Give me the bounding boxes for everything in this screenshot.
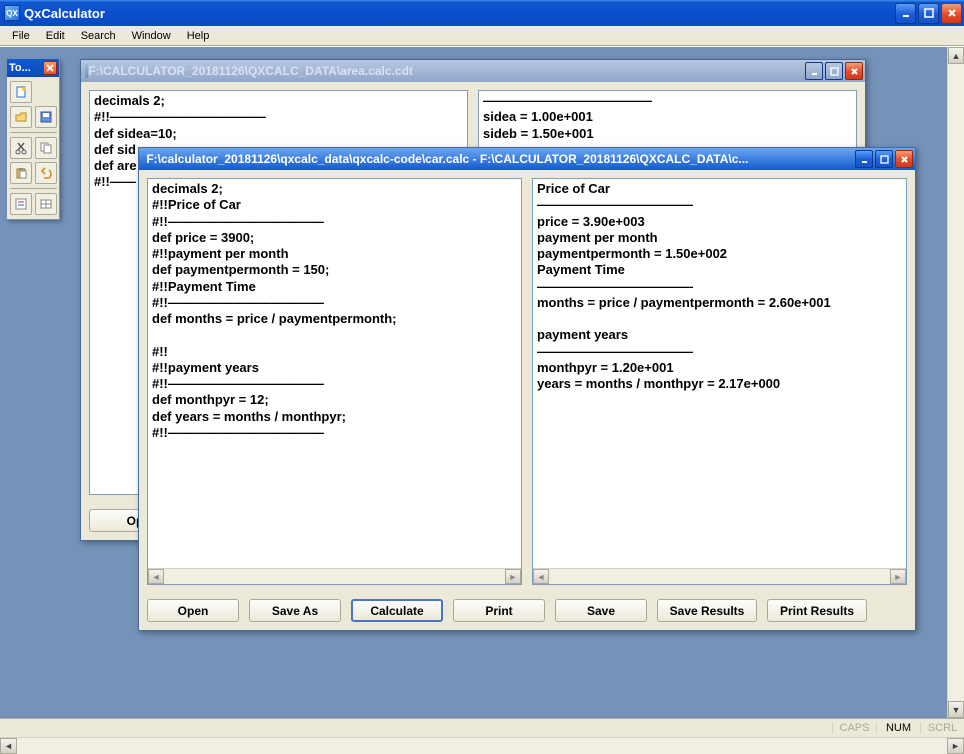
toolbox-title: To... xyxy=(9,62,31,74)
doc-titlebar-car[interactable]: F:\calculator_20181126\qxcalc_data\qxcal… xyxy=(139,148,915,170)
save-results-button[interactable]: Save Results xyxy=(657,599,757,622)
menubar: File Edit Search Window Help xyxy=(0,26,964,46)
menu-search[interactable]: Search xyxy=(73,28,124,44)
main-horizontal-scrollbar[interactable]: ◄ ► xyxy=(0,737,964,754)
doc-close-button[interactable] xyxy=(895,150,913,168)
doc-title-area: F:\CALCULATOR_20181126\QXCALC_DATA\area.… xyxy=(88,64,805,78)
mdi-client-area: F:\CALCULATOR_20181126\QXCALC_DATA\area.… xyxy=(0,46,964,718)
scroll-right-icon[interactable]: ► xyxy=(947,738,964,754)
menu-edit[interactable]: Edit xyxy=(38,28,73,44)
output-panel-car: Price of Car ———————————— price = 3.90e+… xyxy=(532,178,907,585)
scroll-right-icon[interactable]: ► xyxy=(505,569,521,584)
table-icon[interactable] xyxy=(35,193,57,215)
save-icon[interactable] xyxy=(35,106,57,128)
scroll-right-icon[interactable]: ► xyxy=(890,569,906,584)
doc-close-button[interactable] xyxy=(845,62,863,80)
scroll-left-icon[interactable]: ◄ xyxy=(148,569,164,584)
num-indicator: NUM xyxy=(876,722,920,734)
save-as-button[interactable]: Save As xyxy=(249,599,341,622)
source-hscroll[interactable]: ◄ ► xyxy=(148,568,521,584)
window-title: QxCalculator xyxy=(24,6,105,21)
doc-window-car[interactable]: F:\calculator_20181126\qxcalc_data\qxcal… xyxy=(138,147,916,631)
menu-window[interactable]: Window xyxy=(124,28,179,44)
scrl-indicator: SCRL xyxy=(920,722,964,734)
open-button[interactable]: Open xyxy=(147,599,239,622)
doc-minimize-button[interactable] xyxy=(855,150,873,168)
status-bar: CAPS NUM SCRL xyxy=(0,718,964,737)
cut-icon[interactable] xyxy=(10,137,32,159)
toolbox-close-button[interactable] xyxy=(43,61,57,75)
copy-icon[interactable] xyxy=(35,137,57,159)
scroll-left-icon[interactable]: ◄ xyxy=(533,569,549,584)
main-titlebar: QX QxCalculator xyxy=(0,0,964,26)
toolbox-titlebar[interactable]: To... xyxy=(7,59,59,77)
minimize-button[interactable] xyxy=(895,3,916,24)
doc-title-car: F:\calculator_20181126\qxcalc_data\qxcal… xyxy=(146,152,855,166)
open-icon[interactable] xyxy=(10,106,32,128)
scroll-down-icon[interactable]: ▼ xyxy=(948,701,964,718)
paste-icon[interactable] xyxy=(10,162,32,184)
undo-icon[interactable] xyxy=(35,162,57,184)
toolbox-separator xyxy=(10,132,57,133)
doc-maximize-button[interactable] xyxy=(875,150,893,168)
doc-maximize-button[interactable] xyxy=(825,62,843,80)
close-button[interactable] xyxy=(941,3,962,24)
properties-icon[interactable] xyxy=(10,193,32,215)
menu-file[interactable]: File xyxy=(4,28,38,44)
toolbox-palette[interactable]: To... xyxy=(6,58,60,220)
print-button[interactable]: Print xyxy=(453,599,545,622)
doc-titlebar-area[interactable]: F:\CALCULATOR_20181126\QXCALC_DATA\area.… xyxy=(81,60,865,82)
calculate-button[interactable]: Calculate xyxy=(351,599,443,622)
maximize-button[interactable] xyxy=(918,3,939,24)
print-results-button[interactable]: Print Results xyxy=(767,599,867,622)
doc-minimize-button[interactable] xyxy=(805,62,823,80)
scroll-up-icon[interactable]: ▲ xyxy=(948,47,964,64)
app-icon: QX xyxy=(4,5,20,21)
save-button[interactable]: Save xyxy=(555,599,647,622)
output-hscroll[interactable]: ◄ ► xyxy=(533,568,906,584)
new-icon[interactable] xyxy=(10,81,32,103)
toolbox-separator xyxy=(10,188,57,189)
caps-indicator: CAPS xyxy=(832,722,876,734)
scroll-left-icon[interactable]: ◄ xyxy=(0,738,17,754)
source-code-car[interactable]: decimals 2; #!!Price of Car #!!—————————… xyxy=(148,179,521,568)
menu-help[interactable]: Help xyxy=(179,28,218,44)
source-panel-car: decimals 2; #!!Price of Car #!!—————————… xyxy=(147,178,522,585)
mdi-vertical-scrollbar[interactable]: ▲ ▼ xyxy=(947,47,964,718)
output-text-car: Price of Car ———————————— price = 3.90e+… xyxy=(533,179,906,568)
